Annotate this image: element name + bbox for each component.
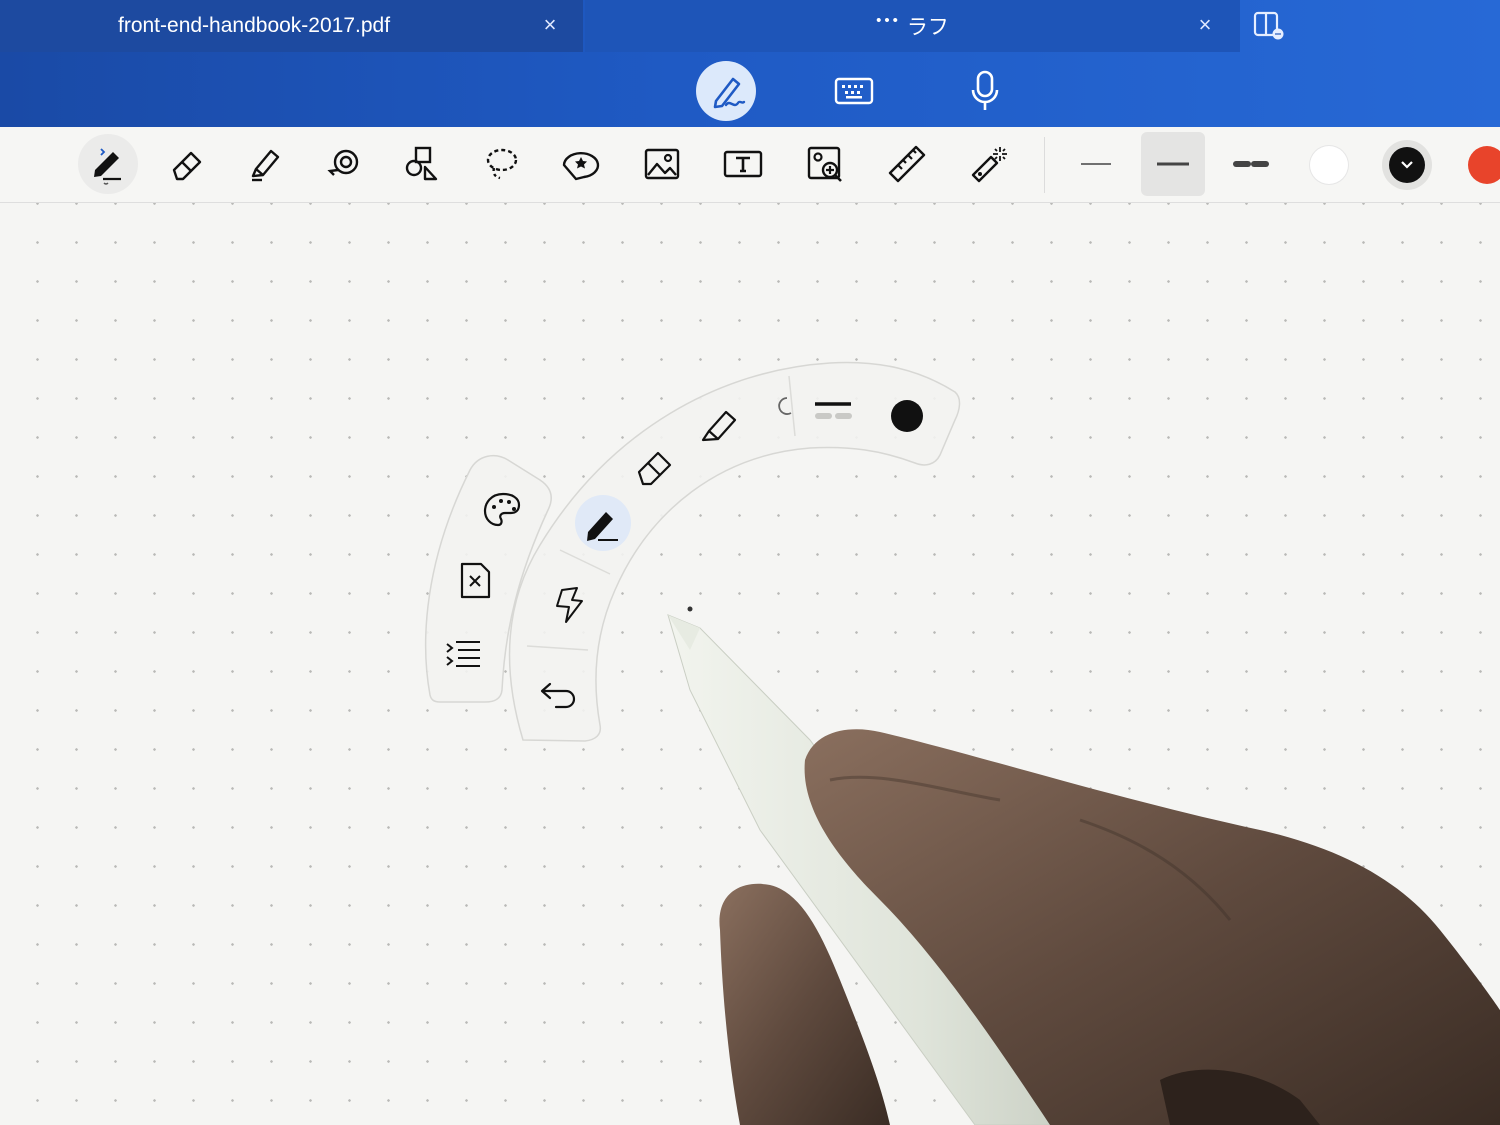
tab-label: ラフ <box>906 16 949 39</box>
pen-writing-icon <box>713 77 746 109</box>
lasso-shape-tool-button[interactable] <box>313 134 373 194</box>
highlighter-tool-button[interactable] <box>235 134 295 194</box>
current-color-dot <box>891 400 923 432</box>
text-box-tool-button[interactable] <box>713 134 773 194</box>
pen-icon <box>94 148 121 185</box>
pen-tool-button[interactable] <box>78 134 138 194</box>
image-search-icon <box>807 146 842 182</box>
sticker-icon <box>562 151 600 181</box>
title-bar: front-end-handbook-2017.pdf × ••• ラフ × <box>0 0 1500 127</box>
more-dots-icon[interactable]: ••• <box>876 12 901 29</box>
lasso-select-tool-button[interactable] <box>471 134 531 194</box>
medium-line-icon <box>1157 162 1189 166</box>
tool-toolbar <box>0 127 1500 203</box>
image-search-tool-button[interactable] <box>795 134 855 194</box>
image-icon <box>644 148 680 180</box>
color-swatch-black-selected[interactable] <box>1382 140 1432 190</box>
tab-label: front-end-handbook-2017.pdf <box>118 14 391 37</box>
keyboard-icon <box>834 77 874 105</box>
shapes-tool-button[interactable] <box>392 134 452 194</box>
ruler-tool-button[interactable] <box>877 134 937 194</box>
keyboard-mode-button[interactable] <box>824 61 884 121</box>
text-box-icon <box>723 150 763 178</box>
radial-color-button[interactable] <box>891 400 923 432</box>
pen-mode-button[interactable] <box>696 61 756 121</box>
eraser-tool-button[interactable] <box>157 134 217 194</box>
stroke-dashed-button[interactable] <box>1221 134 1281 194</box>
close-icon[interactable]: × <box>1192 12 1218 38</box>
microphone-icon <box>971 70 999 110</box>
dot-grid-canvas[interactable] <box>0 203 1500 1125</box>
color-swatch-orange-red[interactable] <box>1468 146 1500 184</box>
stroke-medium-button[interactable] <box>1141 132 1205 196</box>
eraser-icon <box>172 151 202 181</box>
image-tool-button[interactable] <box>632 134 692 194</box>
voice-mode-button[interactable] <box>955 61 1015 121</box>
ruler-icon <box>888 145 926 183</box>
laser-pointer-icon <box>971 147 1007 183</box>
laser-pointer-tool-button[interactable] <box>958 134 1018 194</box>
lasso-icon <box>486 148 518 180</box>
sticker-tool-button[interactable] <box>551 134 611 194</box>
shapes-icon <box>405 146 438 181</box>
stroke-thin-button[interactable] <box>1066 134 1126 194</box>
chevron-down-icon <box>1401 161 1413 169</box>
dashed-line-icon <box>1233 161 1269 167</box>
shape-lasso-icon <box>327 149 359 176</box>
tab-pdf[interactable]: front-end-handbook-2017.pdf × <box>0 0 583 52</box>
toolbar-divider <box>1044 137 1045 193</box>
close-icon[interactable]: × <box>537 12 563 38</box>
split-view-icon[interactable] <box>1252 10 1286 42</box>
radial-pen-button[interactable] <box>575 495 631 551</box>
highlighter-icon <box>251 149 280 182</box>
tab-rough[interactable]: ••• ラフ × <box>585 0 1240 52</box>
thin-line-icon <box>1081 163 1111 165</box>
color-swatch-white[interactable] <box>1310 146 1348 184</box>
